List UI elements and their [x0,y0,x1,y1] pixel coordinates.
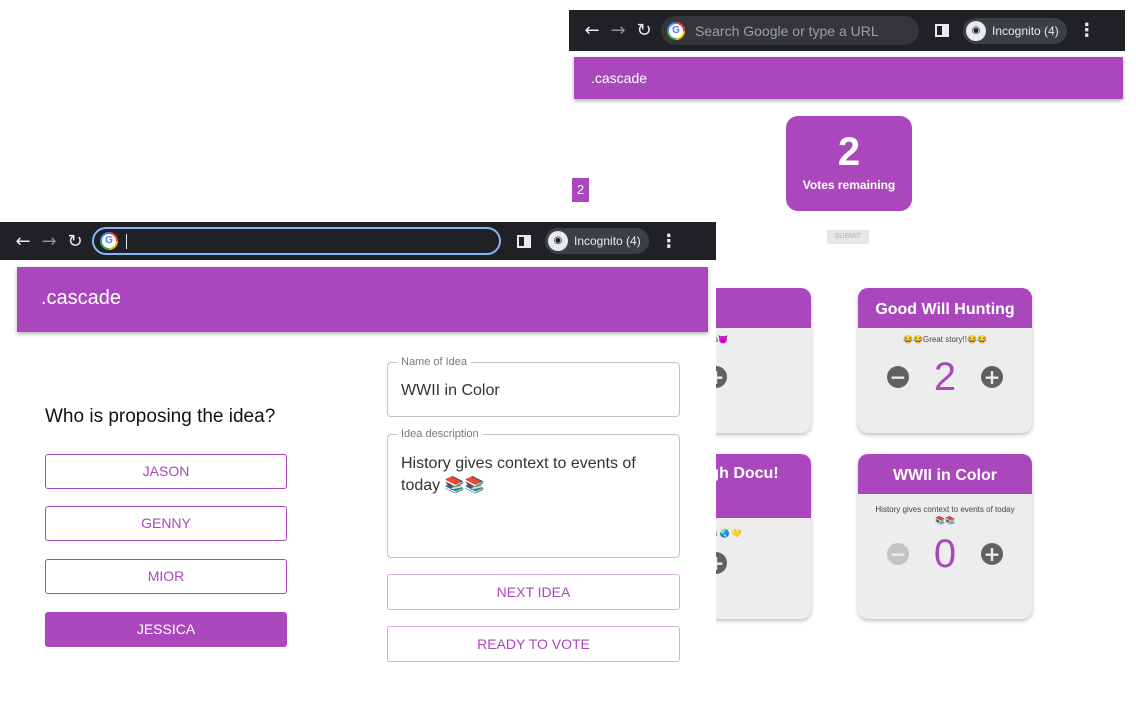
votes-remaining-count: 2 [837,130,861,174]
idea-name-field[interactable]: Name of Idea WWII in Color [387,355,680,417]
idea-description-label: Idea description [397,427,483,441]
idea-card: WWII in Color History gives context to e… [858,454,1032,619]
kebab-menu-icon[interactable]: ⋮ [1077,20,1097,41]
reload-icon[interactable]: ↻ [62,231,88,252]
person-button-jason[interactable]: JASON [45,454,287,489]
person-button-mior[interactable]: MIOR [45,559,287,594]
browser-toolbar: ← → ↻ ◉ Incognito (4) ⋮ [0,222,716,260]
idea-name-label: Name of Idea [397,355,472,369]
address-bar-placeholder: Search Google or type a URL [695,22,879,39]
idea-description-value: History gives context to events of today… [401,455,636,494]
card-description: 😂😂Great story!!😂😂 [903,335,987,344]
app-title: .cascade [41,287,122,309]
person-button-jessica[interactable]: JESSICA [45,612,287,647]
ready-to-vote-button[interactable]: READY TO VOTE [387,626,680,662]
side-panel-icon[interactable] [935,24,949,37]
submit-button[interactable]: SUBMIT [827,230,869,244]
incognito-icon: ◉ [548,231,568,251]
incognito-icon: ◉ [966,20,986,41]
idea-description-field[interactable]: Idea description History gives context t… [387,427,680,558]
idea-name-value: WWII in Color [401,382,500,399]
address-bar[interactable] [92,227,501,255]
minus-icon[interactable]: − [887,366,909,388]
vote-count: 2 [933,355,957,399]
votes-remaining-label: Votes remaining [802,178,896,192]
incognito-label: Incognito (4) [574,234,641,248]
side-panel-icon[interactable] [517,234,531,248]
minus-icon[interactable]: − [887,543,909,565]
card-title: Good Will Hunting [858,288,1032,328]
incognito-label: Incognito (4) [992,23,1059,38]
address-bar[interactable]: Search Google or type a URL [661,16,919,45]
incognito-indicator[interactable]: ◉ Incognito (4) [963,17,1067,44]
proposer-question: Who is proposing the idea? [45,406,276,427]
kebab-menu-icon[interactable]: ⋮ [659,231,679,252]
count-badge: 2 [572,178,589,202]
card-title: WWII in Color [858,454,1032,494]
forward-arrow-icon[interactable]: → [605,20,631,41]
incognito-indicator[interactable]: ◉ Incognito (4) [545,228,649,254]
app-header: .cascade [574,57,1123,99]
app-title: .cascade [591,70,648,86]
plus-icon[interactable]: + [981,543,1003,565]
reload-icon[interactable]: ↻ [631,20,657,41]
plus-icon[interactable]: + [981,366,1003,388]
forward-arrow-icon[interactable]: → [36,231,62,252]
google-icon [667,21,685,40]
browser-window-front: ← → ↻ ◉ Incognito (4) ⋮ .cascade Who is … [0,222,716,701]
back-arrow-icon[interactable]: ← [579,20,605,41]
google-icon [100,232,118,250]
votes-remaining-box: 2 Votes remaining [786,116,912,211]
card-description: History gives context to events of today… [875,505,1015,525]
vote-controls: − 2 + [858,353,1032,401]
vote-count: 0 [933,532,957,576]
person-button-genny[interactable]: GENNY [45,506,287,541]
back-arrow-icon[interactable]: ← [10,231,36,252]
idea-card: Good Will Hunting 😂😂Great story!!😂😂 − 2 … [858,288,1032,433]
vote-controls: − 0 + [858,530,1032,578]
app-header: .cascade [17,267,708,332]
next-idea-button[interactable]: NEXT IDEA [387,574,680,610]
browser-toolbar: ← → ↻ Search Google or type a URL ◉ Inco… [569,10,1125,51]
text-cursor [126,233,127,249]
